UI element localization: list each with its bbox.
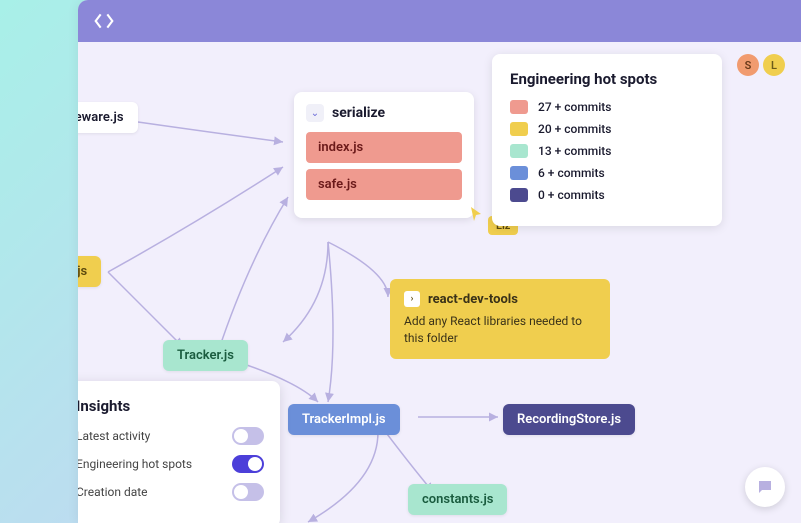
legend-swatch [510,122,528,136]
legend-swatch [510,144,528,158]
collaborator-avatars: S L [737,54,785,76]
titlebar [78,0,801,42]
note-body: Add any React libraries needed to this f… [404,313,596,347]
note-title: react-dev-tools [428,292,518,307]
legend-label: 20 + commits [538,122,611,136]
chevron-right-icon[interactable]: › [404,291,420,307]
legend-label: 27 + commits [538,100,611,114]
insights-title: Insights [78,397,264,415]
legend-label: 6 + commits [538,166,605,180]
insights-row: Engineering hot spots [78,455,264,473]
node-middleware[interactable]: middleware.js [78,102,138,133]
toggle-switch[interactable] [232,455,264,473]
legend-row: 6 + commits [510,166,704,180]
chevron-down-icon[interactable]: ⌄ [306,104,324,122]
legend-label: 13 + commits [538,144,611,158]
insights-row: Creation date [78,483,264,501]
avatar[interactable]: S [737,54,759,76]
node-tracker[interactable]: Tracker.js [163,340,248,371]
legend-panel: Engineering hot spots 27 + commits 20 + c… [492,54,722,226]
insights-label: Engineering hot spots [78,457,192,471]
serialize-folder[interactable]: ⌄ serialize index.js safe.js [294,92,474,218]
diagram-canvas[interactable]: S L middleware.js index.js Tracker.js Tr… [78,42,801,523]
node-index-root[interactable]: index.js [78,256,101,287]
legend-row: 13 + commits [510,144,704,158]
toggle-switch[interactable] [232,427,264,445]
avatar[interactable]: L [763,54,785,76]
chat-button[interactable] [745,467,785,507]
legend-row: 20 + commits [510,122,704,136]
node-constants[interactable]: constants.js [408,484,507,515]
app-logo-icon [94,11,114,31]
insights-label: Creation date [78,485,148,499]
app-window: S L middleware.js index.js Tracker.js Tr… [78,0,801,523]
toggle-knob [234,429,248,443]
legend-swatch [510,100,528,114]
legend-row: 0 + commits [510,188,704,202]
legend-swatch [510,166,528,180]
toggle-switch[interactable] [232,483,264,501]
serialize-item[interactable]: safe.js [306,169,462,200]
legend-row: 27 + commits [510,100,704,114]
serialize-title: serialize [332,105,385,121]
cursor-icon [470,206,484,222]
legend-swatch [510,188,528,202]
node-tracker-impl[interactable]: TrackerImpl.js [288,404,400,435]
insights-label: Latest activity [78,429,150,443]
chat-icon [756,478,774,496]
insights-row: Latest activity [78,427,264,445]
toggle-knob [234,485,248,499]
toggle-knob [248,457,262,471]
insights-panel: Insights Latest activity Engineering hot … [78,381,280,523]
legend-label: 0 + commits [538,188,605,202]
legend-title: Engineering hot spots [510,70,704,88]
serialize-item[interactable]: index.js [306,132,462,163]
node-recording-store[interactable]: RecordingStore.js [503,404,635,435]
note-card[interactable]: › react-dev-tools Add any React librarie… [390,279,610,359]
